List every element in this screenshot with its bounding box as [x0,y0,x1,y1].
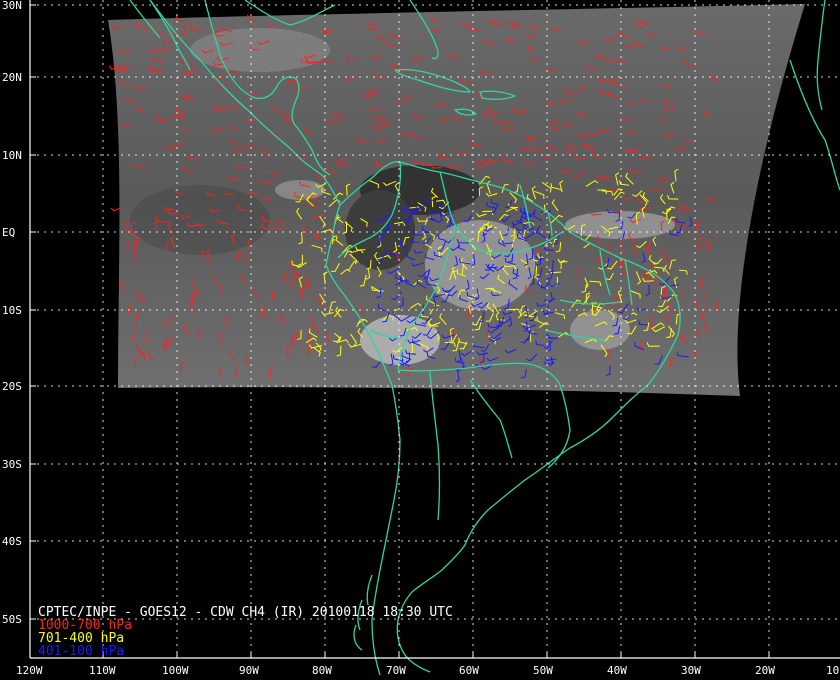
lat-label-10s: 10S [2,304,22,317]
lat-label-40s: 40S [2,535,22,548]
lon-label-70w: 70W [386,664,406,677]
lat-label-20s: 20S [2,380,22,393]
lat-label-20n: 20N [2,71,22,84]
lon-label-120w: 120W [16,664,43,677]
lon-label-60w: 60W [459,664,479,677]
lon-label-110w: 110W [89,664,116,677]
lon-label-20w: 20W [755,664,775,677]
lat-label-50s: 50S [2,613,22,626]
satellite-wind-map [29,0,840,676]
lat-label-eq: EQ [2,226,16,239]
legend-high-level: 401-100 hPa [38,644,125,659]
lon-label-90w: 90W [239,664,259,677]
lon-label-30w: 30W [681,664,701,677]
lon-label-40w: 40W [607,664,627,677]
lat-label-30n: 30N [2,0,22,12]
lon-label-10w: 10 [826,664,840,677]
lon-label-50w: 50W [533,664,553,677]
lat-label-30s: 30S [2,458,22,471]
lat-label-10n: 10N [2,149,22,162]
lon-label-100w: 100W [162,664,189,677]
lon-label-80w: 80W [312,664,332,677]
